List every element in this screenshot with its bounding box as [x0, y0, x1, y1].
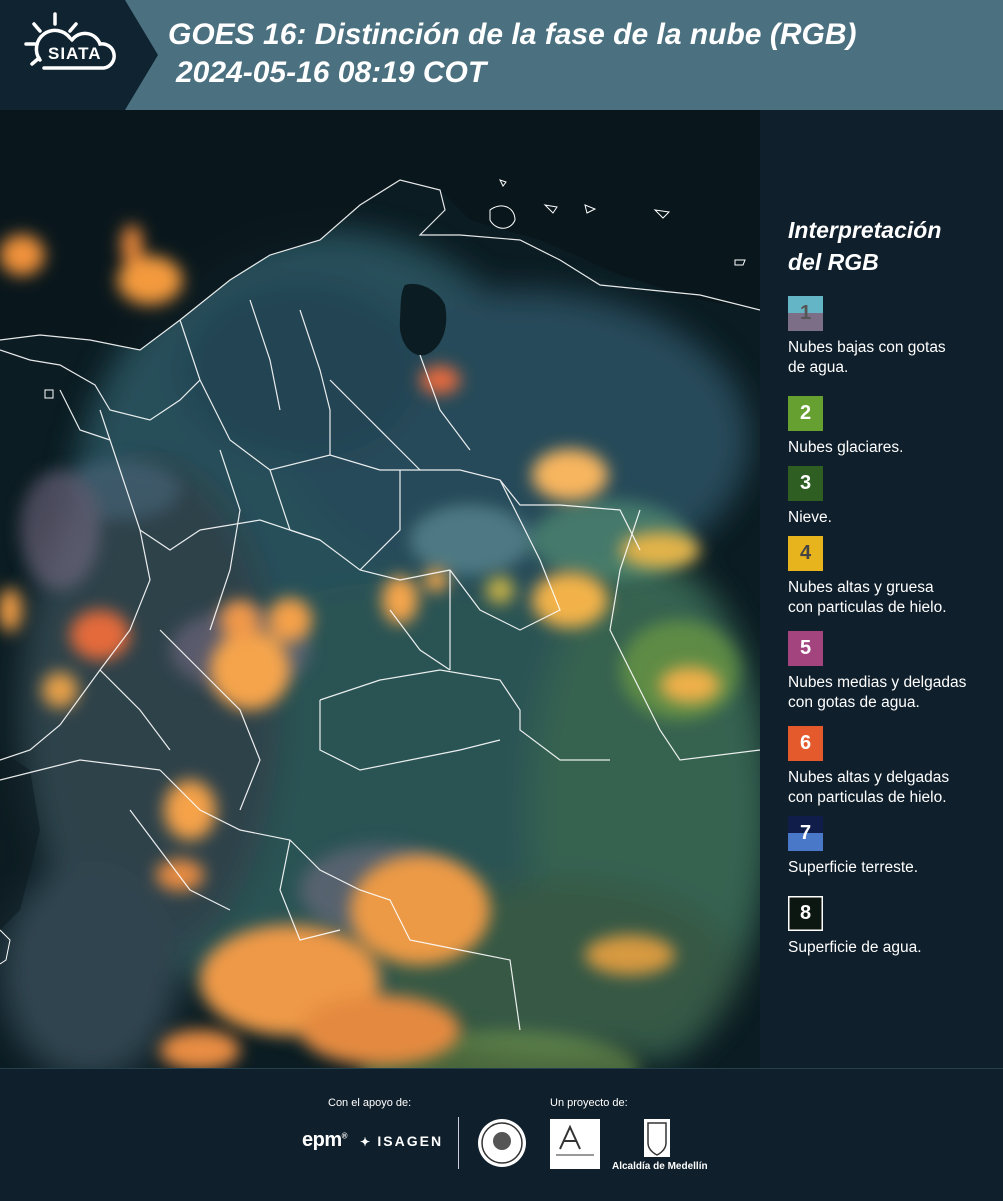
legend-number: 5 — [799, 637, 812, 659]
legend-label-line: Nubes altas y gruesa — [788, 579, 934, 596]
project-label: Un proyecto de: — [550, 1097, 628, 1109]
legend-panel: Interpretación del RGB 1 Nubes bajas con … — [760, 110, 1003, 1068]
legend-swatch-8: 8 — [788, 896, 823, 931]
medellin-seal-icon — [478, 1119, 526, 1167]
legend-number: 6 — [799, 732, 812, 754]
area-metropolitana-logo-icon — [550, 1119, 600, 1169]
footer-divider — [458, 1117, 459, 1169]
legend-swatch-2: 2 — [788, 396, 823, 431]
legend-label: Nubes medias y delgadas con gotas de agua… — [788, 673, 998, 713]
epm-logo-text: epm — [302, 1129, 342, 1151]
satellite-map — [0, 110, 760, 1068]
support-label: Con el apoyo de: — [328, 1097, 412, 1109]
legend-number: 2 — [799, 402, 812, 424]
legend-swatch-1: 1 — [788, 296, 823, 331]
legend-label: Nubes glaciares. — [788, 438, 998, 458]
legend-title: Interpretación del RGB — [788, 214, 941, 278]
legend-label-line: Nubes altas y delgadas — [788, 769, 950, 786]
legend-label: Nubes altas y gruesa con particulas de hi… — [788, 578, 998, 618]
legend-number: 3 — [799, 472, 812, 494]
legend-label-line: con particulas de hielo. — [788, 599, 947, 616]
legend-number: 4 — [799, 542, 812, 564]
legend-item-7: 7 Superficie terreste. — [788, 816, 998, 878]
alcaldia-label: Alcaldía de Medellín — [612, 1161, 708, 1172]
siata-logo: SIATA — [0, 0, 158, 110]
legend-title-line-2: del RGB — [788, 249, 879, 275]
legend-item-2: 2 Nubes glaciares. — [788, 396, 998, 458]
epm-registered-mark: ® — [341, 1131, 348, 1141]
legend-label-line: Superficie de agua. — [788, 939, 922, 956]
legend-swatch-4: 4 — [788, 536, 823, 571]
legend-swatch-7: 7 — [788, 816, 823, 851]
legend-number: 1 — [799, 302, 812, 324]
legend-label: Nubes bajas con gotas de agua. — [788, 338, 998, 378]
legend-item-5: 5 Nubes medias y delgadas con gotas de agu… — [788, 631, 998, 713]
isagen-logo-text: ISAGEN — [377, 1133, 444, 1149]
legend-label-line: Superficie terreste. — [788, 859, 919, 876]
epm-logo: epm® — [302, 1129, 348, 1152]
legend-item-3: 3 Nieve. — [788, 466, 998, 528]
legend-label-line: con particulas de hielo. — [788, 789, 947, 806]
legend-label-line: Nubes medias y delgadas — [788, 674, 967, 691]
legend-swatch-3: 3 — [788, 466, 823, 501]
legend-item-4: 4 Nubes altas y gruesa con particulas de h… — [788, 536, 998, 618]
isagen-mark-icon: ✦ — [360, 1135, 378, 1149]
legend-label: Superficie terreste. — [788, 858, 998, 878]
legend-label: Nubes altas y delgadas con particulas de … — [788, 768, 998, 808]
legend-number: 7 — [799, 822, 812, 844]
page-title: GOES 16: Distinción de la fase de la nub… — [168, 18, 857, 51]
legend-label: Nieve. — [788, 508, 998, 528]
legend-label: Superficie de agua. — [788, 938, 998, 958]
satellite-image — [0, 110, 760, 1068]
header-bar: SIATA GOES 16: Distinción de la fase de … — [0, 0, 1003, 110]
footer: Con el apoyo de: Un proyecto de: epm® ✦ … — [0, 1068, 1003, 1201]
siata-logo-text: SIATA — [48, 44, 102, 63]
legend-item-8: 8 Superficie de agua. — [788, 896, 998, 958]
legend-label-line: Nieve. — [788, 509, 832, 526]
legend-swatch-6: 6 — [788, 726, 823, 761]
isagen-logo: ✦ ISAGEN — [360, 1133, 443, 1149]
legend-label-line: Nubes bajas con gotas — [788, 339, 946, 356]
legend-label-line: con gotas de agua. — [788, 694, 920, 711]
legend-label-line: Nubes glaciares. — [788, 439, 904, 456]
legend-item-6: 6 Nubes altas y delgadas con particulas de… — [788, 726, 998, 808]
legend-title-line-1: Interpretación — [788, 217, 942, 243]
legend-number: 8 — [799, 902, 812, 924]
legend-swatch-5: 5 — [788, 631, 823, 666]
legend-label-line: de agua. — [788, 359, 849, 376]
alcaldia-shield-icon — [644, 1119, 670, 1157]
page-datetime: 2024-05-16 08:19 COT — [176, 56, 487, 89]
legend-item-1: 1 Nubes bajas con gotas de agua. — [788, 296, 998, 378]
